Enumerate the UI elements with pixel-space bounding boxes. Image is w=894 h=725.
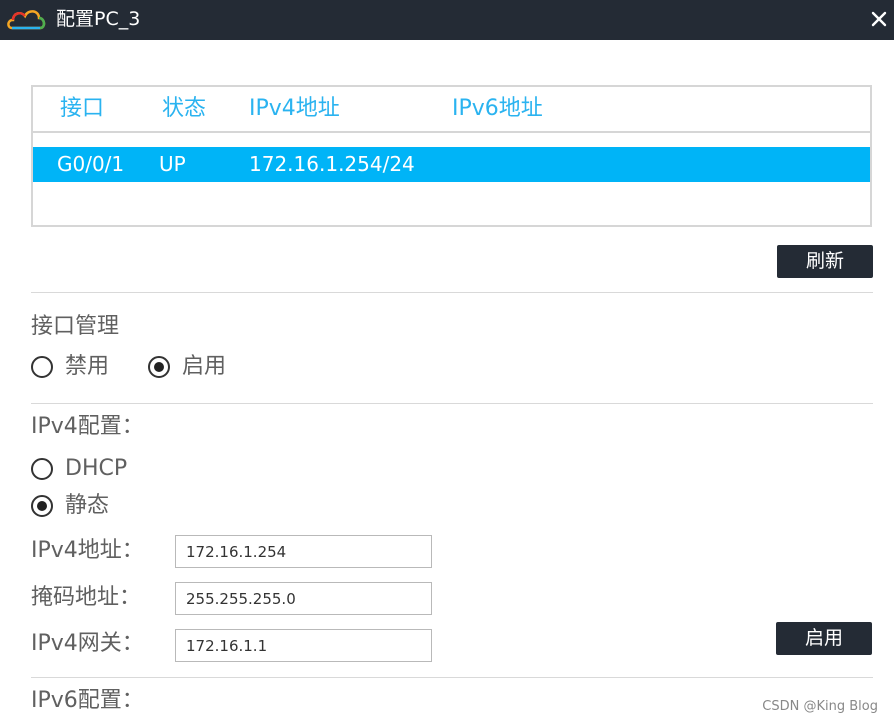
dhcp-radio[interactable]: DHCP <box>31 455 151 483</box>
ipv4-config-label: IPv4配置： <box>31 414 144 439</box>
divider <box>31 292 873 293</box>
cell-interface: G0/0/1 <box>57 152 125 176</box>
window-title: 配置PC_3 <box>56 8 141 30</box>
column-header-interface: 接口 <box>60 96 105 121</box>
mask-address-label: 掩码地址： <box>31 585 142 610</box>
interface-table: 接口 状态 IPv4地址 IPv6地址 G0/0/1 UP 172.16.1.2… <box>31 85 872 227</box>
ipv4-address-input[interactable] <box>175 535 432 568</box>
dhcp-radio-label: DHCP <box>65 456 128 481</box>
static-radio[interactable]: 静态 <box>31 492 131 520</box>
apply-button[interactable]: 启用 <box>776 622 872 655</box>
divider <box>31 677 873 678</box>
cloud-logo-icon <box>7 10 46 30</box>
title-bar: 配置PC_3 <box>0 0 894 40</box>
ipv4-gateway-label: IPv4网关： <box>31 631 144 656</box>
cell-status: UP <box>159 152 186 176</box>
enable-radio-label: 启用 <box>182 354 227 379</box>
radio-checked-icon <box>148 356 170 378</box>
refresh-button[interactable]: 刷新 <box>777 245 873 278</box>
table-row[interactable]: G0/0/1 UP 172.16.1.254/24 <box>33 147 870 182</box>
radio-unchecked-icon <box>31 458 53 480</box>
watermark: CSDN @King Blog <box>762 699 878 714</box>
table-header: 接口 状态 IPv4地址 IPv6地址 <box>33 87 870 133</box>
interface-management-label: 接口管理 <box>31 314 120 339</box>
column-header-status: 状态 <box>162 96 207 121</box>
divider <box>31 403 873 404</box>
ipv4-address-label: IPv4地址： <box>31 538 144 563</box>
close-icon[interactable] <box>870 10 888 28</box>
mask-address-input[interactable] <box>175 582 432 615</box>
column-header-ipv4: IPv4地址 <box>249 96 340 121</box>
column-header-ipv6: IPv6地址 <box>452 96 543 121</box>
enable-radio[interactable]: 启用 <box>148 353 248 381</box>
ipv6-config-label: IPv6配置： <box>31 688 144 713</box>
disable-radio[interactable]: 禁用 <box>31 353 131 381</box>
static-radio-label: 静态 <box>65 493 110 518</box>
ipv4-gateway-input[interactable] <box>175 629 432 662</box>
disable-radio-label: 禁用 <box>65 354 110 379</box>
cell-ipv4: 172.16.1.254/24 <box>249 152 415 176</box>
radio-checked-icon <box>31 495 53 517</box>
radio-unchecked-icon <box>31 356 53 378</box>
